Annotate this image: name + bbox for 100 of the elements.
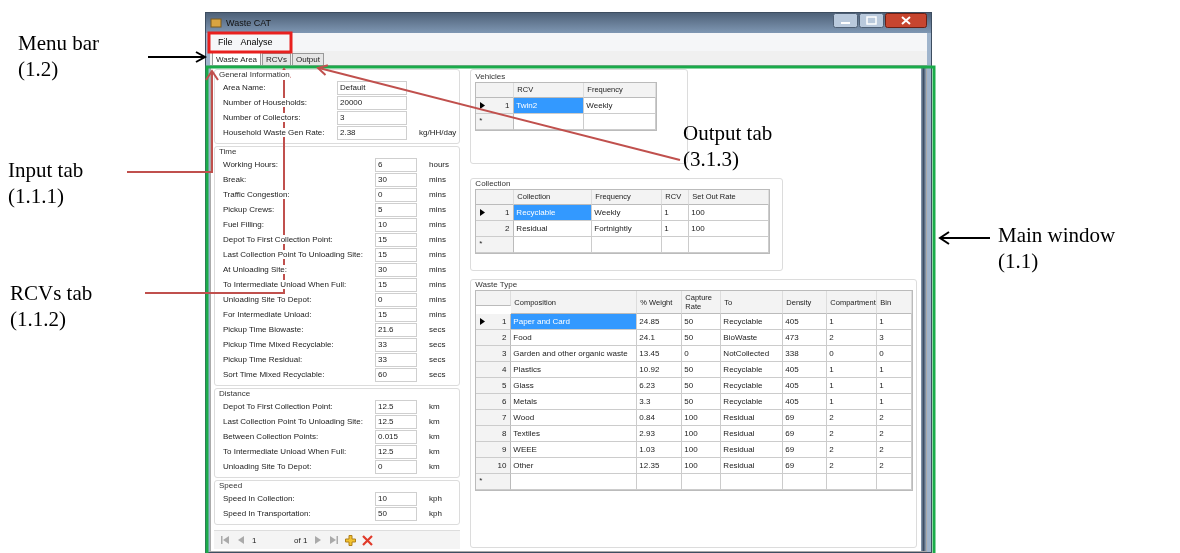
row-header[interactable]: 2 bbox=[476, 330, 512, 346]
table-cell[interactable]: 2.93 bbox=[637, 426, 683, 442]
input-field[interactable]: 0 bbox=[375, 187, 417, 202]
table-cell[interactable]: Weekly bbox=[584, 98, 657, 114]
table-cell[interactable]: Metals bbox=[511, 394, 638, 410]
table-cell[interactable]: 0 bbox=[827, 346, 878, 362]
table-cell[interactable]: 405 bbox=[783, 394, 828, 410]
table-cell[interactable]: 13.45 bbox=[637, 346, 683, 362]
table-cell[interactable]: 6.23 bbox=[637, 378, 683, 394]
row-header[interactable]: * bbox=[476, 474, 512, 490]
row-header[interactable]: * bbox=[476, 237, 515, 253]
new-row-cell[interactable] bbox=[662, 237, 690, 253]
menu-item[interactable]: Analyse bbox=[240, 37, 273, 47]
input-field[interactable]: 15 bbox=[375, 307, 417, 322]
table-cell[interactable]: 473 bbox=[783, 330, 828, 346]
input-field[interactable]: 30 bbox=[375, 172, 417, 187]
input-field[interactable]: 0 bbox=[375, 459, 417, 474]
table-cell[interactable]: 1 bbox=[662, 221, 690, 237]
input-field[interactable]: 12.5 bbox=[375, 414, 417, 429]
table-cell[interactable]: Residual bbox=[721, 410, 784, 426]
table-cell[interactable]: 69 bbox=[783, 426, 828, 442]
table-cell[interactable]: 100 bbox=[689, 205, 770, 221]
last-icon[interactable] bbox=[329, 535, 340, 545]
tab[interactable]: Output bbox=[291, 53, 324, 65]
table-cell[interactable]: 0 bbox=[877, 346, 913, 362]
new-row-cell[interactable] bbox=[584, 114, 657, 130]
row-header[interactable]: 4 bbox=[476, 362, 512, 378]
table-cell[interactable]: 405 bbox=[783, 362, 828, 378]
input-field[interactable]: 12.5 bbox=[375, 444, 417, 459]
table-cell[interactable]: Residual bbox=[721, 426, 784, 442]
table-cell[interactable]: 50 bbox=[682, 362, 722, 378]
input-field[interactable]: 2.38 bbox=[337, 125, 407, 140]
new-row-cell[interactable] bbox=[514, 114, 585, 130]
row-header[interactable]: 10 bbox=[476, 458, 512, 474]
row-header[interactable]: 1 bbox=[476, 98, 515, 114]
new-row-cell[interactable] bbox=[514, 237, 593, 253]
table-cell[interactable]: 12.35 bbox=[637, 458, 683, 474]
input-field[interactable]: Default bbox=[337, 80, 407, 95]
input-field[interactable]: 0.015 bbox=[375, 429, 417, 444]
row-header[interactable]: 5 bbox=[476, 378, 512, 394]
input-field[interactable]: 3 bbox=[337, 110, 407, 125]
input-field[interactable]: 15 bbox=[375, 232, 417, 247]
table-cell[interactable]: 24.1 bbox=[637, 330, 683, 346]
table-cell[interactable]: 2 bbox=[827, 410, 878, 426]
table-cell[interactable]: 100 bbox=[682, 458, 722, 474]
new-row-cell[interactable] bbox=[689, 237, 770, 253]
delete-icon[interactable] bbox=[362, 534, 374, 546]
table-cell[interactable]: 338 bbox=[783, 346, 828, 362]
table-cell[interactable]: Garden and other organic waste bbox=[511, 346, 638, 362]
row-header[interactable]: 7 bbox=[476, 410, 512, 426]
table-cell[interactable]: 1 bbox=[877, 394, 913, 410]
row-header[interactable]: 6 bbox=[476, 394, 512, 410]
row-header[interactable]: 8 bbox=[476, 426, 512, 442]
close-icon[interactable] bbox=[885, 13, 927, 28]
input-field[interactable]: 6 bbox=[375, 157, 417, 172]
table-cell[interactable]: 2 bbox=[877, 410, 913, 426]
table-cell[interactable]: 50 bbox=[682, 314, 722, 330]
table-cell[interactable]: Other bbox=[511, 458, 638, 474]
table-cell[interactable]: 69 bbox=[783, 458, 828, 474]
row-header[interactable]: 9 bbox=[476, 442, 512, 458]
scrollbar[interactable] bbox=[921, 66, 926, 551]
new-row-cell[interactable] bbox=[682, 474, 722, 490]
table-cell[interactable]: 2 bbox=[827, 442, 878, 458]
table-cell[interactable]: 2 bbox=[827, 458, 878, 474]
table-cell[interactable]: Food bbox=[511, 330, 638, 346]
table-cell[interactable]: 1.03 bbox=[637, 442, 683, 458]
new-row-cell[interactable] bbox=[721, 474, 784, 490]
table-cell[interactable]: 50 bbox=[682, 394, 722, 410]
table-cell[interactable]: 100 bbox=[689, 221, 770, 237]
input-field[interactable]: 30 bbox=[375, 262, 417, 277]
table-cell[interactable]: Wood bbox=[511, 410, 638, 426]
table-cell[interactable]: 0.84 bbox=[637, 410, 683, 426]
input-field[interactable]: 60 bbox=[375, 367, 417, 382]
table-cell[interactable]: 3.3 bbox=[637, 394, 683, 410]
table-cell[interactable]: 1 bbox=[827, 314, 878, 330]
input-field[interactable]: 15 bbox=[375, 277, 417, 292]
new-row-cell[interactable] bbox=[637, 474, 683, 490]
table-cell[interactable]: 69 bbox=[783, 410, 828, 426]
table-cell[interactable]: Plastics bbox=[511, 362, 638, 378]
table-cell[interactable]: Glass bbox=[511, 378, 638, 394]
maximize-icon[interactable] bbox=[859, 13, 884, 28]
table-cell[interactable]: 50 bbox=[682, 378, 722, 394]
position-field[interactable]: 1 bbox=[252, 535, 288, 545]
table-cell[interactable]: Recyclable bbox=[721, 314, 784, 330]
table-cell[interactable]: 1 bbox=[827, 362, 878, 378]
input-field[interactable]: 12.5 bbox=[375, 399, 417, 414]
input-field[interactable]: 33 bbox=[375, 352, 417, 367]
menu-item[interactable]: File bbox=[218, 37, 233, 47]
table-cell[interactable]: 50 bbox=[682, 330, 722, 346]
new-row-cell[interactable] bbox=[877, 474, 913, 490]
add-icon[interactable] bbox=[345, 534, 357, 546]
new-row-cell[interactable] bbox=[592, 237, 663, 253]
input-field[interactable]: 10 bbox=[375, 217, 417, 232]
table-cell[interactable]: 100 bbox=[682, 442, 722, 458]
table-cell[interactable]: 2 bbox=[877, 458, 913, 474]
table-cell[interactable]: Residual bbox=[514, 221, 593, 237]
table-cell[interactable]: 1 bbox=[827, 394, 878, 410]
table-cell[interactable]: Fortnightly bbox=[592, 221, 663, 237]
first-icon[interactable] bbox=[220, 535, 230, 545]
table-cell[interactable]: NotCollected bbox=[721, 346, 784, 362]
